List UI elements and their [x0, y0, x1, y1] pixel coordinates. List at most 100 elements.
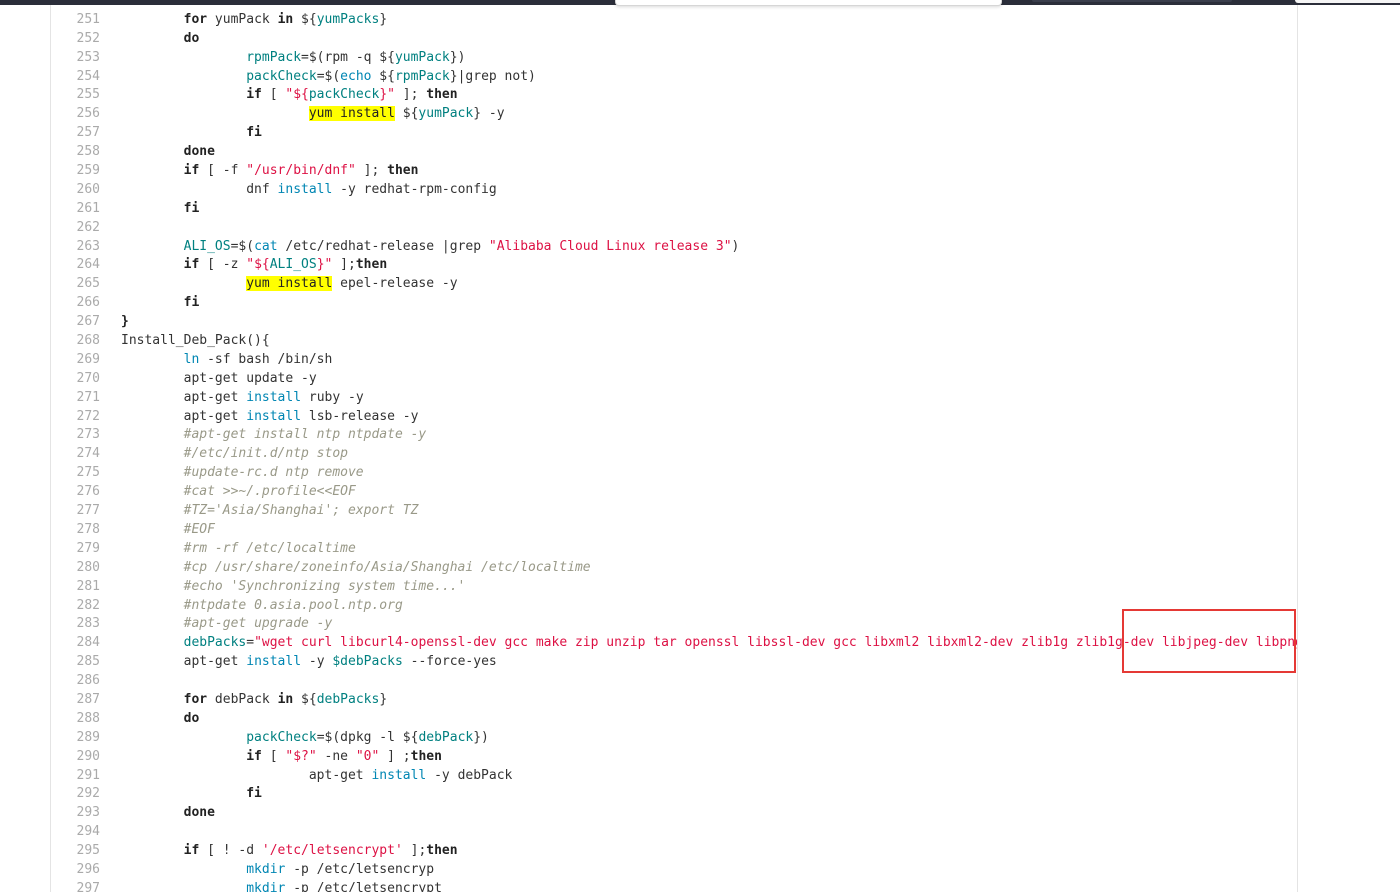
code-token: #cat >>~/.profile<<EOF — [183, 484, 356, 500]
line-text: rpmPack=$(rpm -q ${yumPack}) — [100, 49, 465, 68]
line-number: 269 — [76, 351, 100, 367]
code-token: yum install — [308, 106, 395, 122]
code-line: 271 apt-get install ruby -y — [51, 389, 1297, 408]
top-search-box[interactable] — [1032, 0, 1232, 2]
code-token: debPacks — [183, 635, 247, 651]
code-token: ]; — [355, 163, 388, 179]
top-button[interactable] — [1295, 0, 1400, 3]
line-text: for debPack in ${debPacks} — [100, 691, 388, 710]
line-text: dnf install -y redhat-rpm-config — [100, 181, 496, 200]
code-token: for — [183, 11, 208, 27]
code-token: ] ; — [379, 748, 411, 764]
line-text: debPacks="wget curl libcurl4-openssl-dev… — [100, 634, 1297, 653]
line-number: 285 — [76, 654, 100, 670]
line-number: 252 — [76, 30, 100, 46]
line-number: 297 — [76, 880, 100, 892]
code-token: fi — [246, 125, 262, 141]
code-token: "/usr/bin/dnf" — [246, 163, 356, 179]
line-text: } — [100, 313, 129, 332]
code-token: do — [183, 30, 200, 46]
code-line: 256 yum install ${yumPack} -y — [51, 105, 1297, 124]
code-token: #cp /usr/share/zoneinfo/Asia/Shanghai /e… — [183, 559, 591, 575]
line-text: ln -sf bash /bin/sh — [100, 351, 333, 370]
code-line: 258 done — [51, 143, 1297, 162]
line-text: #ntpdate 0.asia.pool.ntp.org — [100, 597, 403, 616]
code-line: 269 ln -sf bash /bin/sh — [51, 351, 1297, 370]
code-token: ${ — [371, 68, 395, 84]
code-token: -sf bash /bin/sh — [199, 351, 333, 367]
line-text: if [ -z "${ALI_OS}" ];then — [100, 256, 388, 275]
code-token: apt-get — [308, 767, 372, 783]
code-token: #TZ='Asia/Shanghai'; export TZ — [183, 503, 419, 519]
line-text: mkdir -p /etc/letsencrypt — [100, 880, 442, 892]
line-text: done — [100, 804, 215, 823]
line-number: 286 — [76, 673, 100, 689]
line-text: yum install epel-release -y — [100, 275, 458, 294]
line-text: ALI_OS=$(cat /etc/redhat-release |grep "… — [100, 238, 740, 257]
code-token: #/etc/init.d/ntp stop — [183, 446, 348, 462]
line-number: 274 — [76, 446, 100, 462]
code-token: [ ! -d — [199, 843, 262, 859]
code-line: 252 do — [51, 30, 1297, 49]
line-number: 295 — [76, 843, 100, 859]
code-token: then — [387, 163, 419, 179]
code-line: 277 #TZ='Asia/Shanghai'; export TZ — [51, 502, 1297, 521]
code-token: lsb-release -y — [301, 408, 419, 424]
code-token: [ — [261, 748, 286, 764]
code-token: [ — [261, 87, 286, 103]
line-number: 258 — [76, 144, 100, 160]
code-token: Install_Deb_Pack(){ — [121, 333, 270, 349]
code-token: install — [246, 389, 302, 405]
code-token: -p /etc/letsencrypt — [285, 880, 442, 892]
line-text: if [ -f "/usr/bin/dnf" ]; then — [100, 162, 419, 181]
code-token: yumPack — [394, 49, 450, 65]
line-number: 268 — [76, 333, 100, 349]
code-token: =$( — [230, 238, 255, 254]
code-token: } — [379, 11, 388, 27]
code-token: "${ — [285, 87, 309, 103]
code-token: debPack — [418, 729, 474, 745]
line-number: 279 — [76, 540, 100, 556]
code-line: 283 #apt-get upgrade -y — [51, 615, 1297, 634]
line-text: #TZ='Asia/Shanghai'; export TZ — [100, 502, 419, 521]
line-text: Install_Deb_Pack(){ — [100, 332, 270, 351]
code-viewer: 250251 for yumPack in ${yumPacks}252 do2… — [50, 5, 1298, 892]
code-line: 295 if [ ! -d '/etc/letsencrypt' ];then — [51, 842, 1297, 861]
code-token: --force-yes — [402, 654, 497, 670]
line-number: 288 — [76, 710, 100, 726]
line-text: fi — [100, 294, 200, 313]
code-token: ALI_OS — [269, 257, 317, 273]
code-line: 284 debPacks="wget curl libcurl4-openssl… — [51, 634, 1297, 653]
code-token: ln — [183, 351, 200, 367]
line-number: 283 — [76, 616, 100, 632]
line-text: apt-get install -y debPack — [100, 767, 513, 786]
code-line: 281 #echo 'Synchronizing system time...' — [51, 578, 1297, 597]
code-token: debPacks — [316, 691, 380, 707]
line-number: 277 — [76, 503, 100, 519]
code-token: if — [183, 257, 200, 273]
code-line: 275 #update-rc.d ntp remove — [51, 464, 1297, 483]
code-token: } — [121, 314, 129, 330]
line-text: fi — [100, 200, 200, 219]
code-line: 257 fi — [51, 124, 1297, 143]
code-token: install — [277, 181, 333, 197]
line-text: apt-get install ruby -y — [100, 389, 364, 408]
code-line: 261 fi — [51, 200, 1297, 219]
line-text: fi — [100, 124, 262, 143]
code-token: apt-get — [183, 654, 247, 670]
code-line: 293 done — [51, 804, 1297, 823]
code-token: in — [277, 11, 294, 27]
code-token: -y — [301, 654, 333, 670]
